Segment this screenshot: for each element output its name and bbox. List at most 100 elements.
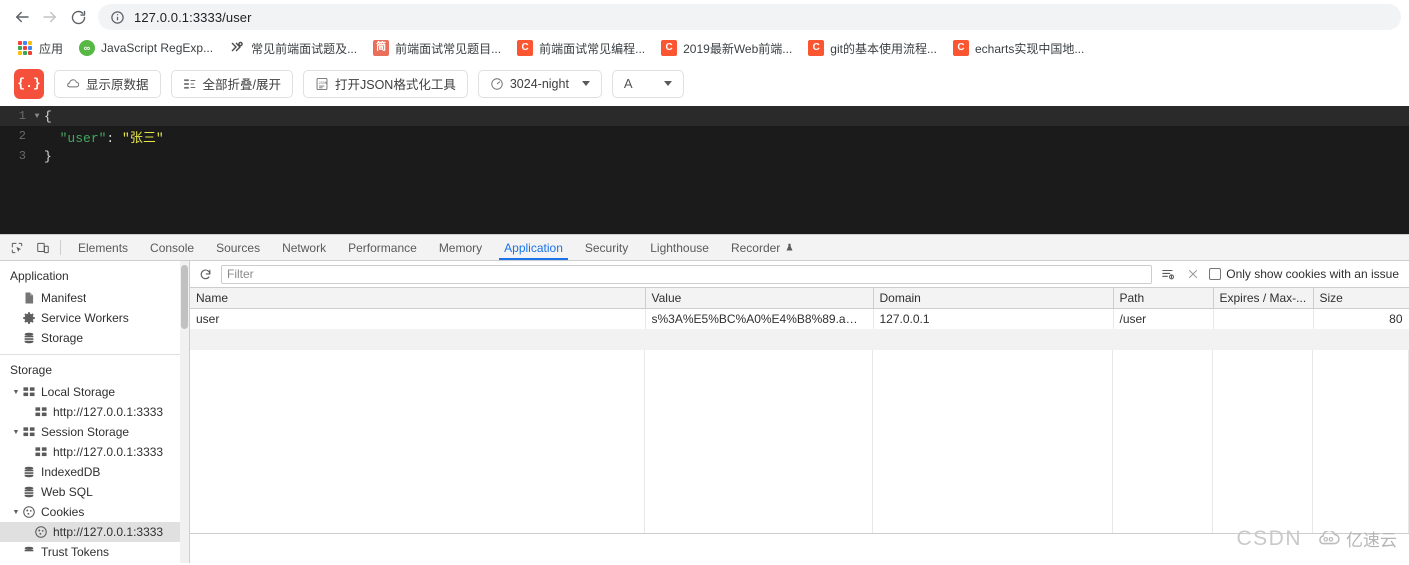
- favicon-csdn-icon: C: [517, 40, 534, 56]
- open-json-formatter-button[interactable]: JSON 打开JSON格式化工具: [303, 69, 468, 98]
- table-icon: [23, 427, 35, 437]
- tab-performance[interactable]: Performance: [337, 235, 428, 260]
- tab-label: Application: [504, 240, 563, 255]
- sidebar-item-session-storage[interactable]: ▼ Session Storage: [0, 422, 189, 442]
- bookmark-label: 应用: [39, 41, 64, 56]
- refresh-cookies-button[interactable]: [196, 265, 214, 283]
- tab-elements[interactable]: Elements: [67, 235, 139, 260]
- favicon-circle-icon: ∞: [79, 40, 96, 56]
- sidebar-item-label: Manifest: [41, 291, 87, 305]
- column-header-expires[interactable]: Expires / Max-...: [1213, 288, 1314, 309]
- manifest-file-icon: [25, 292, 34, 304]
- forward-button[interactable]: [36, 3, 64, 31]
- sidebar-scrollbar-thumb[interactable]: [181, 265, 188, 329]
- tab-lighthouse[interactable]: Lighthouse: [639, 235, 720, 260]
- bookmark-label: 前端面试常见题目...: [395, 41, 502, 56]
- bookmark-label: JavaScript RegExp...: [101, 41, 214, 55]
- twisty-icon[interactable]: ▼: [10, 429, 22, 436]
- inspect-element-button[interactable]: [4, 235, 30, 260]
- clear-filter-button[interactable]: [1184, 265, 1202, 283]
- back-button[interactable]: [8, 3, 36, 31]
- bookmark-frontend-interview-topics[interactable]: 简 前端面试常见题目...: [365, 37, 509, 59]
- svg-text:JSON: JSON: [319, 82, 327, 86]
- twisty-icon[interactable]: ▼: [10, 389, 22, 396]
- bookmark-2019-web-frontend[interactable]: C 2019最新Web前端...: [653, 37, 800, 59]
- grid-col-name: [190, 350, 645, 533]
- device-toolbar-button[interactable]: [30, 235, 56, 260]
- font-size-select[interactable]: A: [611, 69, 684, 98]
- collapse-expand-all-button[interactable]: 全部折叠/展开: [170, 69, 293, 98]
- cell-value: s%3A%E5%BC%A0%E4%B8%89.a%2FF...: [645, 308, 874, 329]
- bookmark-apps[interactable]: 应用: [9, 37, 71, 59]
- sidebar-item-manifest[interactable]: Manifest: [0, 288, 189, 308]
- favicon-zhihu-icon: [231, 41, 243, 52]
- fold-toggle-icon[interactable]: ▼: [30, 112, 44, 121]
- sidebar-item-web-sql[interactable]: Web SQL: [0, 482, 189, 502]
- bookmark-echarts-china-map[interactable]: C echarts实现中国地...: [945, 37, 1092, 59]
- tab-console[interactable]: Console: [139, 235, 205, 260]
- chevron-down-icon: [581, 81, 590, 86]
- cookies-table: Name Value Domain Path Expires / Max-...…: [190, 288, 1409, 329]
- theme-select-value: 3024-night: [509, 76, 569, 91]
- code-line-text: "user": "张三": [44, 127, 164, 146]
- sidebar-item-label: Cookies: [41, 505, 85, 519]
- table-icon: [23, 387, 35, 397]
- cookies-panel: Only show cookies with an issue Name Val…: [190, 261, 1409, 563]
- sidebar-item-label: http://127.0.0.1:3333: [53, 525, 164, 539]
- theme-select[interactable]: 3024-night: [477, 69, 602, 98]
- sidebar-section-application: Application: [10, 269, 69, 283]
- tab-label: Network: [282, 240, 327, 255]
- open-json-formatter-label: 打开JSON格式化工具: [335, 78, 456, 92]
- sidebar-item-indexeddb[interactable]: IndexedDB: [0, 462, 189, 482]
- clear-all-cookies-button[interactable]: [1159, 265, 1177, 283]
- cookies-table-grid-fill: [190, 350, 1409, 533]
- sidebar-scrollbar[interactable]: [180, 261, 189, 563]
- grid-col-expires: [1213, 350, 1313, 533]
- only-show-issues-checkbox[interactable]: Only show cookies with an issue: [1209, 267, 1403, 281]
- show-raw-data-button[interactable]: 显示原数据: [54, 69, 161, 98]
- sidebar-item-service-workers[interactable]: Service Workers: [0, 308, 189, 328]
- json-viewer-toolbar: {.} 显示原数据 全部折叠/展开 JSON 打开JSON格式化工具 3024-…: [0, 62, 1409, 106]
- database-icon: [24, 332, 34, 344]
- tab-network[interactable]: Network: [271, 235, 337, 260]
- column-header-path[interactable]: Path: [1113, 288, 1214, 309]
- tab-security[interactable]: Security: [574, 235, 639, 260]
- grid-col-domain: [873, 350, 1113, 533]
- tab-recorder[interactable]: Recorder: [720, 235, 805, 260]
- cookie-filter-input[interactable]: [221, 264, 1153, 284]
- column-header-name[interactable]: Name: [190, 288, 646, 309]
- bookmark-git-basic-usage[interactable]: C git的基本使用流程...: [800, 37, 945, 59]
- tab-memory[interactable]: Memory: [428, 235, 493, 260]
- sidebar-item-local-storage-origin[interactable]: http://127.0.0.1:3333: [0, 402, 189, 422]
- table-row[interactable]: user s%3A%E5%BC%A0%E4%B8%89.a%2FF... 127…: [190, 308, 1409, 329]
- column-header-value[interactable]: Value: [645, 288, 874, 309]
- sidebar-item-trust-tokens[interactable]: Trust Tokens: [0, 542, 189, 562]
- line-number: 2: [18, 129, 26, 143]
- tab-application[interactable]: Application: [493, 235, 574, 260]
- cell-domain: 127.0.0.1: [873, 308, 1114, 329]
- sidebar-item-session-storage-origin[interactable]: http://127.0.0.1:3333: [0, 442, 189, 462]
- json-tool-icon: JSON: [316, 77, 328, 90]
- favicon-csdn-icon: C: [661, 40, 678, 56]
- bookmark-frontend-interview-programming[interactable]: C 前端面试常见编程...: [509, 37, 653, 59]
- twisty-icon[interactable]: ▼: [10, 509, 22, 516]
- devtools-body: Application Manifest Service Workers Sto…: [0, 261, 1409, 563]
- checkbox-box[interactable]: [1209, 268, 1222, 280]
- tab-label: Lighthouse: [650, 240, 709, 255]
- address-bar[interactable]: 127.0.0.1:3333/user: [98, 4, 1401, 30]
- collapse-expand-icon: [183, 78, 195, 89]
- sidebar-item-cookies-origin[interactable]: http://127.0.0.1:3333: [0, 522, 189, 542]
- sidebar-item-storage[interactable]: Storage: [0, 328, 189, 348]
- tab-sources[interactable]: Sources: [205, 235, 271, 260]
- sidebar-item-local-storage[interactable]: ▼ Local Storage: [0, 382, 189, 402]
- browser-chrome: 127.0.0.1:3333/user 应用 ∞ JavaScript RegE…: [0, 0, 1409, 62]
- bookmark-common-frontend-questions[interactable]: 常见前端面试题及...: [221, 37, 365, 59]
- json-code-pane[interactable]: 1 ▼ { 2 "user": "张三" 3 }: [0, 106, 1409, 234]
- code-line: 2 "user": "张三": [0, 126, 1409, 146]
- bookmark-javascript-regexp[interactable]: ∞ JavaScript RegExp...: [71, 37, 221, 59]
- sidebar-item-cookies[interactable]: ▼ Cookies: [0, 502, 189, 522]
- column-header-size[interactable]: Size: [1313, 288, 1409, 309]
- database-icon: [24, 546, 34, 552]
- column-header-domain[interactable]: Domain: [873, 288, 1114, 309]
- reload-button[interactable]: [64, 3, 92, 31]
